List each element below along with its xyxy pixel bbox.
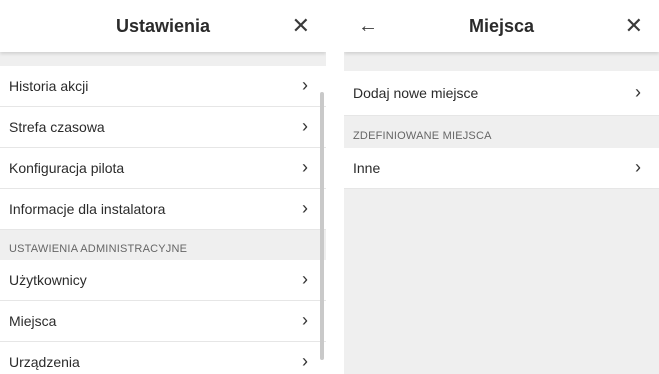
settings-item-history[interactable]: Historia akcji › [0,66,326,107]
place-item-label: Inne [353,160,381,176]
settings-item-label: Strefa czasowa [9,119,105,135]
settings-item-remote-config[interactable]: Konfiguracja pilota › [0,148,326,189]
defined-places-section-header: ZDEFINIOWANE MIEJSCA [353,130,492,142]
close-icon[interactable]: ✕ [292,0,310,52]
chevron-right-icon: › [635,157,641,177]
settings-item-label: Użytkownicy [9,272,87,288]
settings-item-users[interactable]: Użytkownicy › [0,260,326,301]
chevron-right-icon: › [302,116,308,136]
places-title: Miejsca [468,16,535,36]
settings-item-label: Konfiguracja pilota [9,160,125,176]
place-item-inne[interactable]: Inne › [344,148,659,189]
settings-title: Ustawienia [115,16,211,36]
add-place-button[interactable]: Dodaj nowe miejsce › [344,71,659,116]
chevron-right-icon: › [302,75,308,95]
places-panel: ← Miejsca ✕ Dodaj nowe miejsce › ZDEFINI… [344,0,659,374]
settings-list: Historia akcji › Strefa czasowa › Konfig… [0,66,326,374]
settings-item-label: Urządzenia [9,354,80,370]
settings-header: Ustawienia ✕ [0,0,326,52]
admin-section-header: USTAWIENIA ADMINISTRACYJNE [9,243,188,255]
chevron-right-icon: › [302,269,308,289]
settings-item-places[interactable]: Miejsca › [0,301,326,342]
close-icon[interactable]: ✕ [625,0,643,52]
scrollbar[interactable] [320,92,324,360]
settings-item-label: Miejsca [9,313,57,329]
chevron-right-icon: › [302,310,308,330]
settings-item-devices[interactable]: Urządzenia › [0,342,326,374]
settings-item-label: Historia akcji [9,78,89,94]
chevron-right-icon: › [302,198,308,218]
places-header: ← Miejsca ✕ [344,0,659,52]
chevron-right-icon: › [635,82,641,102]
places-list: Dodaj nowe miejsce › ZDEFINIOWANE MIEJSC… [344,71,659,189]
settings-item-installer-info[interactable]: Informacje dla instalatora › [0,189,326,230]
add-place-label: Dodaj nowe miejsce [353,85,479,101]
settings-item-label: Informacje dla instalatora [9,201,166,217]
chevron-right-icon: › [302,157,308,177]
settings-item-timezone[interactable]: Strefa czasowa › [0,107,326,148]
settings-panel: Ustawienia ✕ Historia akcji › Strefa cza… [0,0,326,374]
chevron-right-icon: › [302,351,308,371]
